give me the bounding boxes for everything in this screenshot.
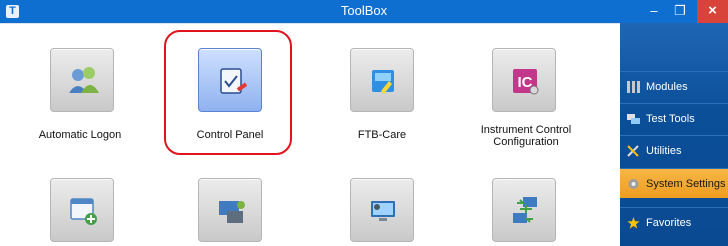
tile-remote-desktop[interactable] — [350, 178, 420, 246]
ftb-care-icon — [372, 70, 394, 94]
sidebar-item-favorites[interactable]: Favorites — [620, 207, 728, 237]
window-title: ToolBox — [340, 3, 388, 18]
ftb-care-button[interactable] — [350, 48, 414, 112]
network-button[interactable] — [492, 178, 556, 242]
close-button[interactable]: × — [697, 0, 728, 23]
tile-label: Automatic Logon — [38, 129, 122, 141]
instrument-control-icon: IC — [513, 69, 539, 95]
sidebar-item-utilities[interactable]: Utilities — [620, 135, 728, 165]
modules-icon — [627, 81, 640, 93]
minimize-button[interactable]: – — [642, 0, 666, 23]
users-icon — [69, 67, 99, 93]
title-bar: T ToolBox – ❐ × — [0, 0, 728, 23]
tile-label: Instrument Control Configuration — [480, 124, 572, 148]
sidebar-item-system-settings[interactable]: System Settings — [620, 168, 728, 198]
hardware-icon — [219, 201, 245, 223]
hardware-button[interactable] — [198, 178, 262, 242]
sidebar-item-test-tools[interactable]: Test Tools — [620, 103, 728, 133]
tile-network[interactable] — [492, 178, 562, 246]
star-icon — [627, 217, 640, 229]
tile-new-window[interactable] — [50, 178, 120, 246]
sidebar-item-label: Test Tools — [646, 113, 695, 125]
sidebar-item-modules[interactable]: Modules — [620, 71, 728, 101]
tile-instrument-control[interactable]: IC Instrument Control Configuration — [481, 48, 612, 158]
remote-desktop-icon — [371, 201, 395, 221]
maximize-button[interactable]: ❐ — [668, 0, 692, 23]
instrument-control-button[interactable]: IC — [492, 48, 556, 112]
test-tools-icon — [627, 114, 640, 124]
tile-ftb-care[interactable]: FTB-Care — [350, 48, 470, 158]
tile-automatic-logon[interactable]: Automatic Logon — [39, 48, 170, 158]
utilities-icon — [627, 145, 639, 157]
automatic-logon-button[interactable] — [50, 48, 114, 112]
new-window-button[interactable] — [50, 178, 114, 242]
sidebar: Modules Test Tools Utilities System Sett… — [620, 23, 728, 246]
new-window-icon — [70, 198, 97, 225]
sidebar-item-label: Modules — [646, 81, 688, 93]
tile-label: FTB-Care — [357, 129, 407, 141]
sidebar-item-label: System Settings — [646, 178, 726, 190]
highlight-ring — [164, 30, 292, 155]
tile-hardware[interactable] — [198, 178, 268, 246]
remote-desktop-button[interactable] — [350, 178, 414, 242]
sidebar-item-label: Favorites — [646, 217, 692, 229]
system-settings-icon — [628, 179, 639, 189]
tools-panel: Automatic Logon Control Panel FTB-Care I — [0, 23, 620, 246]
network-icon — [513, 197, 537, 223]
sidebar-item-label: Utilities — [646, 145, 682, 157]
